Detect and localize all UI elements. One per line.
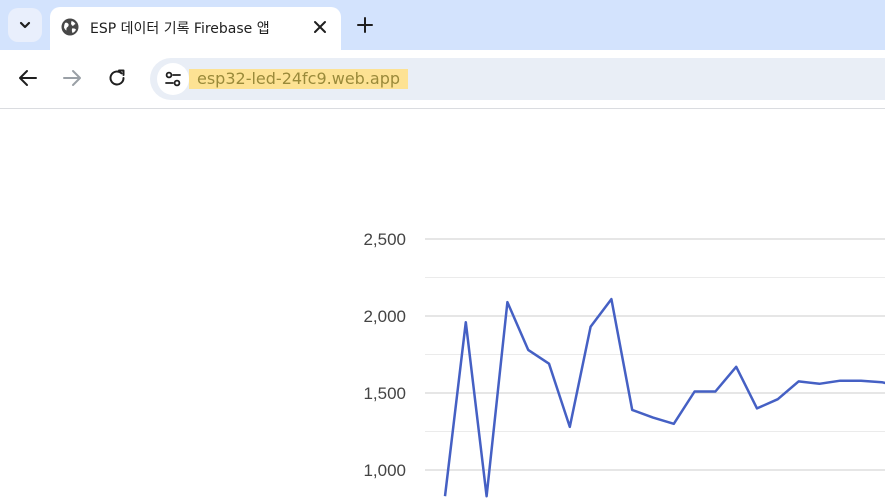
arrow-back-icon[interactable]: [17, 67, 39, 89]
y-tick-label: 2,500: [363, 230, 406, 249]
toolbar: esp32-led-24fc9.web.app: [0, 50, 885, 109]
url-text[interactable]: esp32-led-24fc9.web.app: [189, 69, 409, 89]
series-line: [443, 297, 885, 498]
y-tick-label: 1,000: [363, 461, 406, 480]
close-icon[interactable]: [310, 17, 330, 37]
y-axis-ticks: 1,000 1,500 2,000 2,500: [363, 230, 406, 480]
reload-icon[interactable]: [106, 67, 128, 89]
arrow-forward-icon[interactable]: [61, 67, 83, 89]
y-tick-label: 2,000: [363, 307, 406, 326]
line-chart: 1,000 1,500 2,000 2,500: [363, 230, 885, 498]
tab-search-button[interactable]: [8, 8, 42, 42]
tab-title: ESP 데이터 기록 Firebase 앱: [90, 21, 270, 37]
site-info-button[interactable]: [157, 63, 189, 95]
tab-active[interactable]: ESP 데이터 기록 Firebase 앱: [50, 7, 341, 50]
globe-icon: [61, 18, 79, 36]
address-bar[interactable]: esp32-led-24fc9.web.app: [150, 58, 885, 100]
y-tick-label: 1,500: [363, 384, 406, 403]
plus-icon[interactable]: [355, 15, 375, 35]
tab-strip: ESP 데이터 기록 Firebase 앱: [0, 0, 885, 50]
chevron-down-icon: [19, 21, 31, 29]
tune-icon: [165, 71, 181, 87]
chart-series: [443, 297, 885, 498]
